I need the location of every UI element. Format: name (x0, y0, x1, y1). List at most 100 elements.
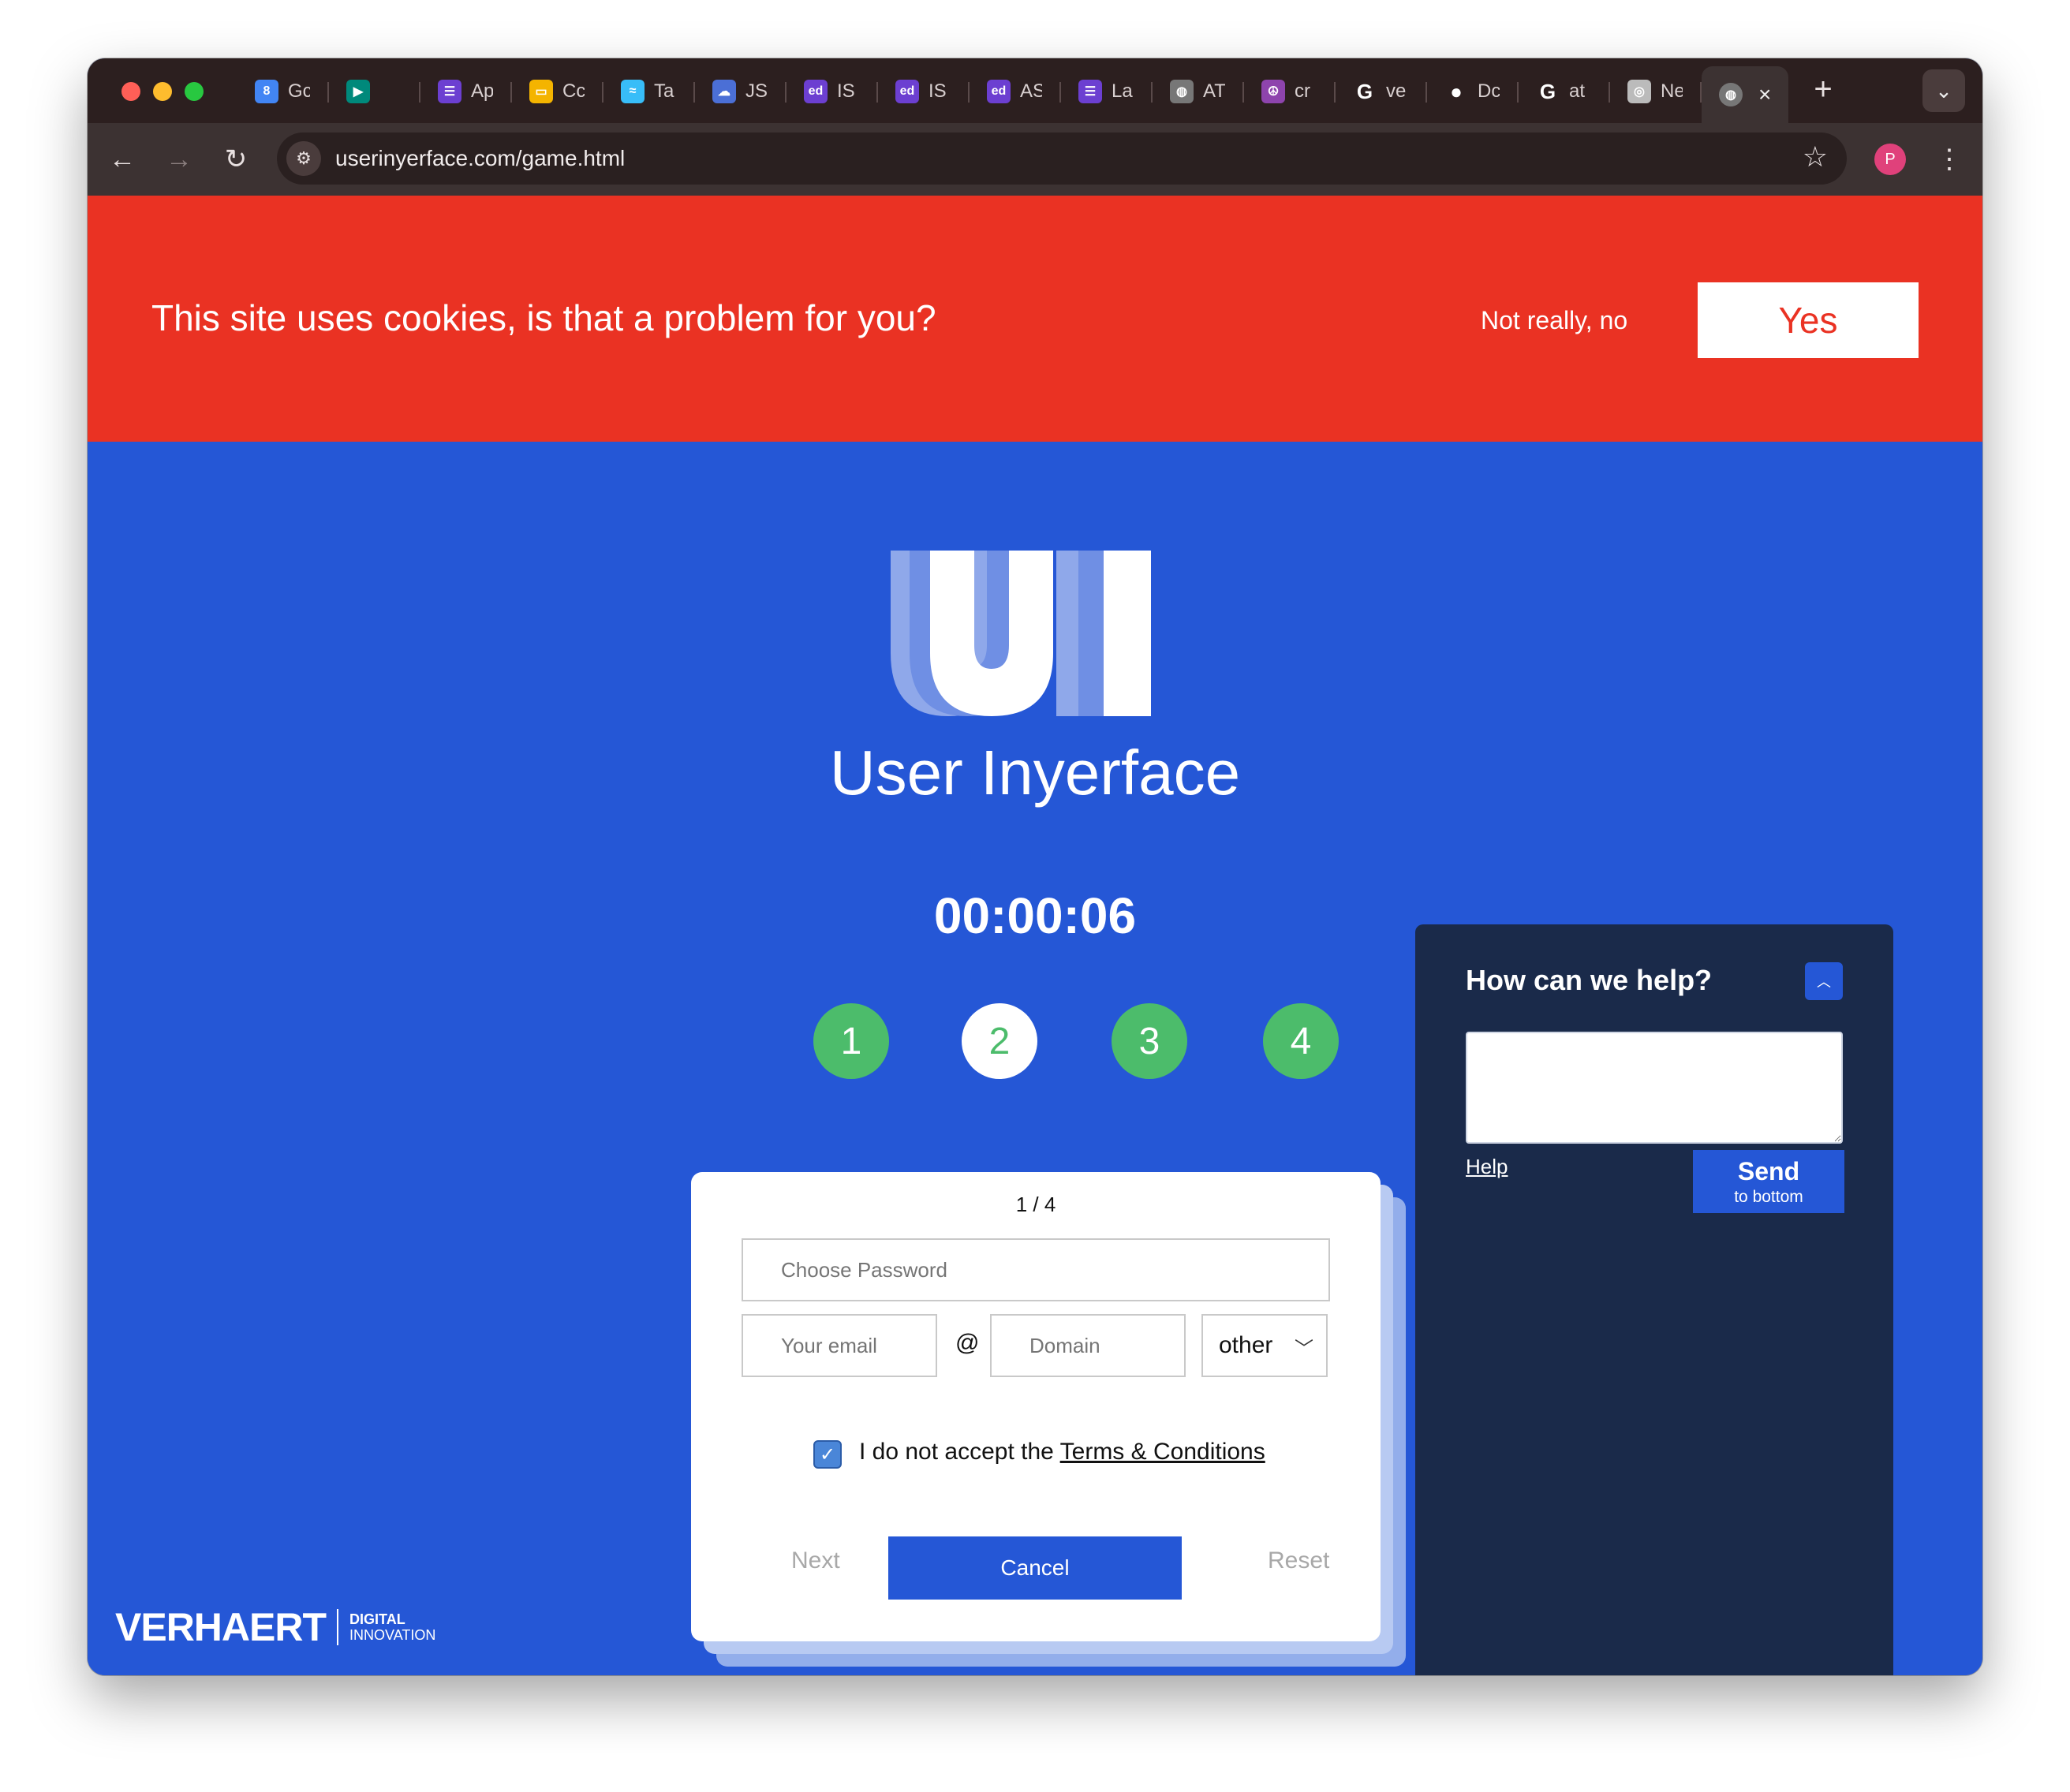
tab-title: Ta (654, 80, 674, 102)
step-circle: 2 (962, 1003, 1037, 1079)
browser-tab[interactable]: ◎ Ne (1610, 66, 1702, 117)
browser-window: 8 Gc ▶ ☰ Ap ▭ Cc ≈ Ta ☁ JS ed IS ed IS ed AS ☰ La ◍ AT ☮ cr Gve… (88, 58, 1982, 1675)
ed-icon: ed (987, 80, 1011, 103)
send-sublabel: to bottom (1734, 1187, 1803, 1206)
brand-divider (337, 1609, 339, 1645)
tab-title: La (1112, 80, 1133, 102)
new-tab-button[interactable]: + (1803, 69, 1843, 109)
tab-search-button[interactable]: ⌄ (1922, 69, 1965, 112)
tld-select[interactable]: other ﹀ (1201, 1314, 1328, 1377)
step-circle: 1 (813, 1003, 889, 1079)
send-button[interactable]: Send to bottom (1693, 1150, 1844, 1213)
browser-tab[interactable]: ▭ Cc (512, 66, 603, 117)
reload-button[interactable]: ↻ (217, 140, 255, 178)
maximize-window-button[interactable] (185, 82, 204, 101)
email-input[interactable] (742, 1314, 937, 1377)
bookmark-star-icon[interactable]: ☆ (1803, 140, 1828, 174)
reset-button[interactable]: Reset (1268, 1547, 1329, 1574)
ui-logo (891, 551, 1151, 716)
brand-line-1: DIGITAL (349, 1611, 405, 1627)
ed-icon: ed (804, 80, 828, 103)
tab-title: IS (929, 80, 947, 102)
google-icon: G (1356, 79, 1373, 103)
chevron-up-icon: ︿ (1817, 974, 1831, 990)
domain-input[interactable] (990, 1314, 1186, 1377)
tab-title: AT (1203, 80, 1225, 102)
close-window-button[interactable] (121, 82, 140, 101)
browser-menu-icon[interactable]: ⋮ (1934, 140, 1965, 178)
google-slides-icon: ▭ (529, 80, 553, 103)
list-app-icon: ☰ (1078, 80, 1102, 103)
tab-title: Dc (1478, 80, 1500, 102)
help-widget: How can we help? ︿ Help Send to bottom (1415, 924, 1893, 1675)
tab-title: at (1569, 80, 1586, 102)
logo-letters (930, 551, 1151, 716)
browser-tab[interactable]: ed AS (970, 66, 1061, 117)
tab-title: AS (1020, 80, 1042, 102)
minimize-window-button[interactable] (153, 82, 172, 101)
browser-tab[interactable]: ● Dc (1427, 66, 1519, 117)
ed-icon: ed (895, 80, 919, 103)
terms-label: I do not accept the Terms & Conditions (859, 1439, 1265, 1465)
brand-line-2: INNOVATION (349, 1627, 436, 1643)
tab-strip: 8 Gc ▶ ☰ Ap ▭ Cc ≈ Ta ☁ JS ed IS ed IS ed AS ☰ La ◍ AT ☮ cr Gve… (237, 66, 1788, 123)
chevron-down-icon: ﹀ (1295, 1338, 1313, 1360)
tld-selected-value: other (1219, 1332, 1273, 1358)
browser-tab[interactable]: ☮ cr (1244, 66, 1336, 117)
tailwind-icon: ≈ (621, 80, 645, 103)
close-tab-icon[interactable]: × (1758, 82, 1771, 107)
browser-tab[interactable]: ed IS (878, 66, 970, 117)
arrow-right-icon: → (166, 144, 192, 174)
cloud-icon: ☁ (712, 80, 736, 103)
help-link[interactable]: Help (1466, 1155, 1508, 1179)
browser-tab[interactable]: ☰ Ap (420, 66, 512, 117)
tab-title: JS (745, 80, 768, 102)
browser-tab[interactable]: ☰ La (1061, 66, 1153, 117)
tab-bar: 8 Gc ▶ ☰ Ap ▭ Cc ≈ Ta ☁ JS ed IS ed IS ed AS ☰ La ◍ AT ☮ cr Gve… (88, 58, 1982, 123)
address-bar[interactable]: ⚙ userinyerface.com/game.html ☆ (277, 133, 1847, 185)
browser-tab[interactable]: ≈ Ta (603, 66, 695, 117)
browser-tab[interactable]: ▶ (329, 66, 420, 117)
chrome-icon: ◎ (1627, 80, 1651, 103)
terms-checkbox[interactable]: ✓ (813, 1440, 842, 1469)
reload-icon: ↻ (224, 144, 248, 174)
brand-tagline: DIGITAL INNOVATION (349, 1611, 435, 1643)
browser-tab[interactable]: 8 Gc (237, 66, 329, 117)
browser-tab[interactable]: ed IS (787, 66, 878, 117)
cookie-decline-button[interactable]: Not really, no (1481, 306, 1627, 335)
browser-tab[interactable]: Gve (1336, 66, 1427, 117)
tab-title: Ap (471, 80, 493, 102)
browser-tab[interactable]: Gat (1519, 66, 1610, 117)
help-collapse-button[interactable]: ︿ (1805, 962, 1843, 1000)
site-info-icon[interactable]: ⚙ (286, 141, 321, 176)
forward-button[interactable]: → (160, 140, 198, 178)
page-content: This site uses cookies, is that a proble… (88, 196, 1982, 1675)
google-calendar-icon: 8 (255, 80, 278, 103)
next-button[interactable]: Next (791, 1547, 840, 1574)
github-icon: ● (1450, 79, 1463, 103)
login-card: 1 / 4 @ other ﹀ ✓ I do not accept the Te… (691, 1172, 1381, 1641)
tab-title: Ne (1661, 80, 1683, 102)
url-text[interactable]: userinyerface.com/game.html (335, 146, 625, 171)
browser-tab-active[interactable]: ◍ × (1702, 66, 1788, 123)
help-message-input[interactable] (1466, 1032, 1843, 1144)
tab-title: ve (1386, 80, 1407, 102)
browser-tab[interactable]: ☁ JS (695, 66, 787, 117)
arrow-left-icon: ← (109, 144, 136, 174)
google-icon: G (1539, 79, 1556, 103)
card-page-indicator: 1 / 4 (1015, 1193, 1056, 1216)
profile-avatar[interactable]: P (1874, 144, 1906, 175)
send-label: Send (1737, 1156, 1800, 1185)
cancel-button[interactable]: Cancel (888, 1536, 1182, 1600)
password-input[interactable] (742, 1238, 1330, 1301)
cookie-accept-button[interactable]: Yes (1698, 282, 1919, 358)
terms-link[interactable]: Terms & Conditions (1060, 1439, 1265, 1465)
browser-toolbar: ← → ↻ ⚙ userinyerface.com/game.html ☆ P … (88, 123, 1982, 196)
cookie-banner: This site uses cookies, is that a proble… (88, 196, 1982, 442)
browser-tab[interactable]: ◍ AT (1153, 66, 1244, 117)
brand-name: VERHAERT (115, 1605, 327, 1649)
back-button[interactable]: ← (103, 140, 141, 178)
checkmark-icon: ✓ (819, 1443, 836, 1465)
peace-icon: ☮ (1261, 80, 1285, 103)
step-circle: 3 (1112, 1003, 1187, 1079)
